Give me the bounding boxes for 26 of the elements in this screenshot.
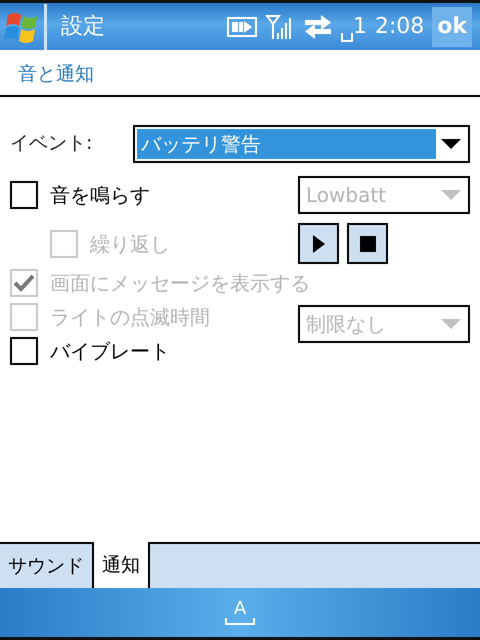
dropdown-arrow-icon [440, 138, 462, 150]
option-label: 繰り返し [90, 230, 170, 258]
bracket-icon [225, 618, 255, 626]
stop-icon [360, 236, 376, 252]
line-indicator: 1 [352, 13, 367, 41]
checkbox[interactable] [10, 180, 38, 208]
bracket-icon [340, 33, 353, 43]
checkbox[interactable] [10, 336, 38, 364]
option-label: 音を鳴らす [50, 182, 150, 208]
page-title: 音と通知 [0, 50, 480, 96]
play-icon [312, 234, 326, 254]
tab[interactable]: 通知 [94, 542, 150, 588]
option-label: ライトの点滅時間 [50, 304, 210, 330]
input-method-button[interactable]: A [225, 600, 255, 626]
dropdown-arrow-icon [440, 318, 462, 330]
option-label: バイブレート [50, 338, 170, 364]
ok-button[interactable]: ok [432, 6, 472, 46]
clock-time: 2:08 [374, 13, 424, 41]
connection-arrows-icon [302, 14, 333, 40]
option-label: 画面にメッセージを表示する [50, 270, 310, 296]
window-title: 設定 [61, 13, 105, 41]
dropdown-arrow-icon [440, 188, 462, 200]
field-label: イベント: [10, 131, 94, 156]
tab[interactable]: サウンド [0, 542, 94, 588]
battery-icon [226, 16, 257, 38]
event-dropdown[interactable]: バッテリ警告 [133, 124, 470, 162]
